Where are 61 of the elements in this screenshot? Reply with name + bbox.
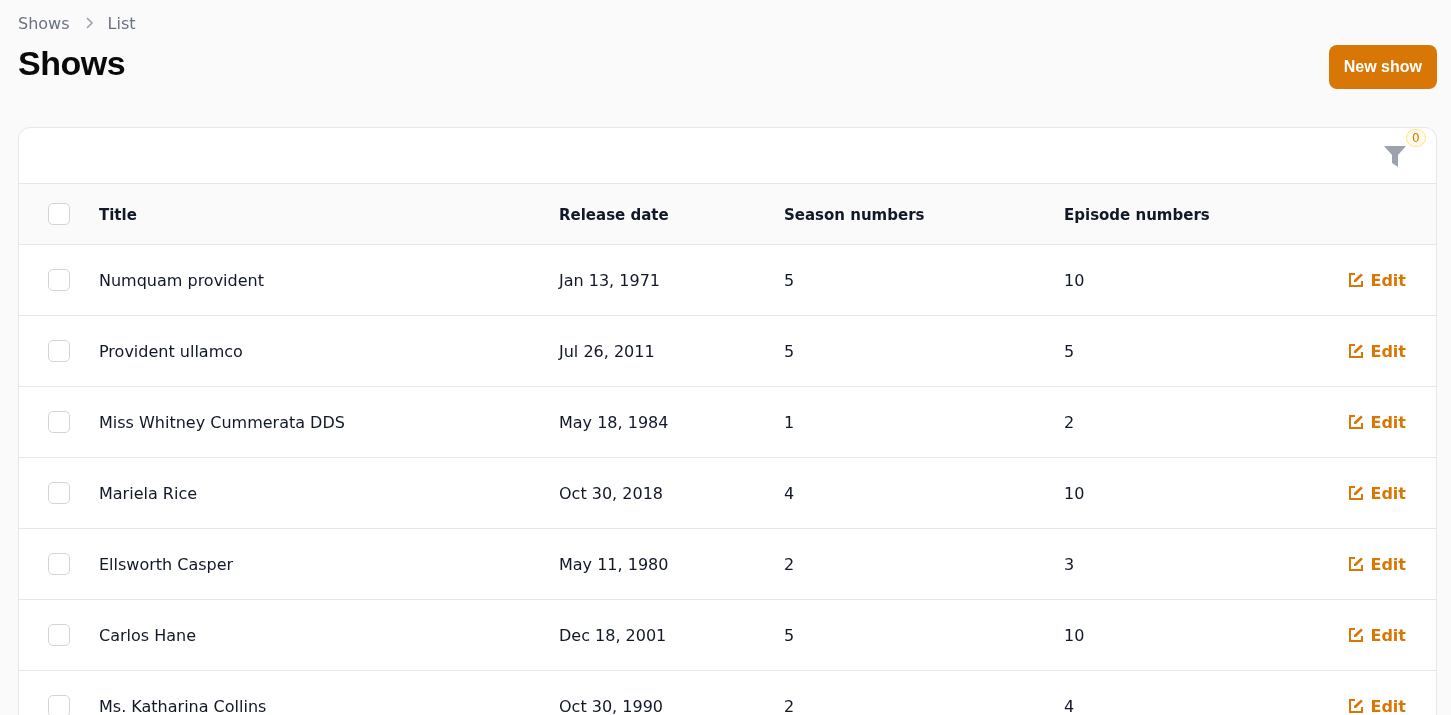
table-cell: 10 xyxy=(1064,625,1085,645)
table-cell: 4 xyxy=(784,483,795,503)
table-cell: 4 xyxy=(1064,696,1075,715)
select-all-checkbox[interactable] xyxy=(48,203,70,225)
table-cell: Numquam provident xyxy=(99,270,264,290)
edit-link[interactable]: Edit xyxy=(1348,483,1406,503)
edit-icon xyxy=(1348,414,1365,430)
table-cell: Ms. Katharina Collins xyxy=(99,696,267,715)
edit-icon xyxy=(1348,698,1365,714)
table-cell: 1 xyxy=(784,412,795,432)
chevron-right-icon xyxy=(83,16,94,30)
table-cell: Jan 13, 1971 xyxy=(559,270,660,290)
row-checkbox[interactable] xyxy=(48,695,70,715)
row-checkbox[interactable] xyxy=(48,482,70,504)
table-cell: Oct 30, 2018 xyxy=(559,483,663,503)
table-cell: 2 xyxy=(784,696,795,715)
table-cell: 10 xyxy=(1064,270,1085,290)
table-cell: 5 xyxy=(784,341,795,361)
table-cell: Dec 18, 2001 xyxy=(559,625,667,645)
breadcrumb-link[interactable]: List xyxy=(107,13,136,33)
edit-link[interactable]: Edit xyxy=(1348,625,1406,645)
table-cell: 2 xyxy=(784,554,795,574)
table-cell: Miss Whitney Cummerata DDS xyxy=(99,412,345,432)
table-cell: 5 xyxy=(784,625,795,645)
table-cell: 5 xyxy=(1064,341,1075,361)
table-cell: Oct 30, 1990 xyxy=(559,696,663,715)
edit-icon xyxy=(1348,343,1365,359)
edit-link[interactable]: Edit xyxy=(1348,341,1406,361)
table-cell: Carlos Hane xyxy=(99,625,197,645)
table-cell: Ellsworth Casper xyxy=(99,554,234,574)
table-cell: 2 xyxy=(1064,412,1075,432)
edit-link[interactable]: Edit xyxy=(1348,270,1406,290)
filter-count-badge: 0 xyxy=(1406,129,1426,147)
edit-icon xyxy=(1348,272,1365,288)
edit-icon xyxy=(1348,485,1365,501)
new-show-button[interactable]: New show xyxy=(1328,45,1437,89)
table-cell: 3 xyxy=(1064,554,1075,574)
row-checkbox[interactable] xyxy=(48,624,70,646)
row-checkbox[interactable] xyxy=(48,553,70,575)
table-cell: May 18, 1984 xyxy=(559,412,669,432)
row-checkbox[interactable] xyxy=(48,340,70,362)
table-cell: Mariela Rice xyxy=(99,483,197,503)
table-cell: 10 xyxy=(1064,483,1085,503)
edit-link[interactable]: Edit xyxy=(1348,696,1406,715)
table-cell: Provident ullamco xyxy=(99,341,243,361)
table-cell: 5 xyxy=(784,270,795,290)
table-cell: Jul 26, 2011 xyxy=(559,341,655,361)
edit-icon xyxy=(1348,627,1365,643)
edit-link[interactable]: Edit xyxy=(1348,554,1406,574)
page-title: Shows xyxy=(18,44,127,83)
column-header[interactable]: Release date xyxy=(559,205,669,224)
edit-link[interactable]: Edit xyxy=(1348,412,1406,432)
filter-icon[interactable] xyxy=(1384,144,1406,168)
table-cell: May 11, 1980 xyxy=(559,554,669,574)
column-header[interactable]: Season numbers xyxy=(784,205,925,224)
column-header[interactable]: Episode numbers xyxy=(1064,205,1210,224)
row-checkbox[interactable] xyxy=(48,269,70,291)
breadcrumb-link[interactable]: Shows xyxy=(18,13,70,33)
edit-icon xyxy=(1348,556,1365,572)
row-checkbox[interactable] xyxy=(48,411,70,433)
column-header[interactable]: Title xyxy=(99,205,137,224)
